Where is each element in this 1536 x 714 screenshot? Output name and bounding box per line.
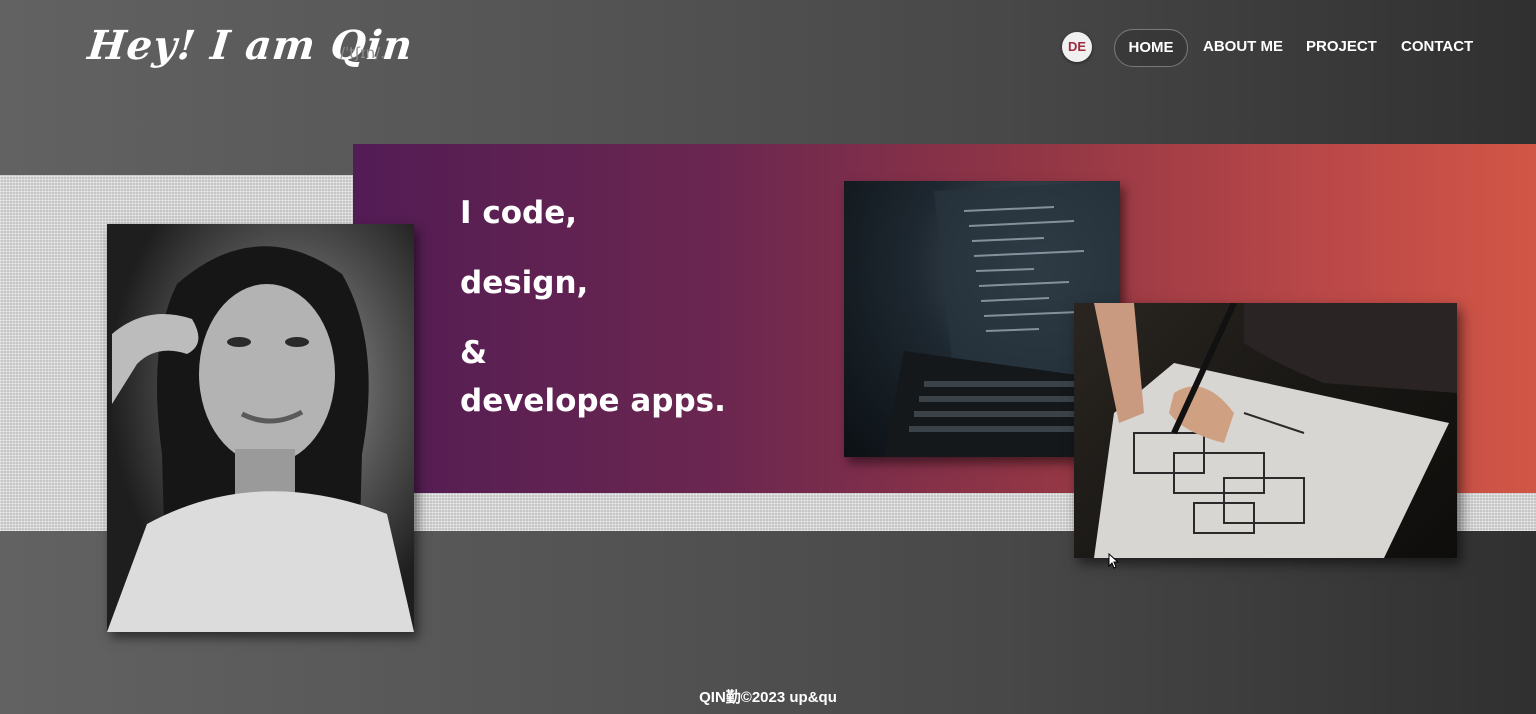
portrait-photo <box>107 224 414 632</box>
wireframe-sketch-photo <box>1074 303 1457 558</box>
tagline-line-3: & <box>460 335 488 371</box>
mouse-cursor-icon <box>1108 553 1120 569</box>
tagline-line-2: design, <box>460 265 589 301</box>
language-toggle-button[interactable]: DE <box>1062 32 1092 62</box>
footer-copyright: QIN勤©2023 up&qu <box>699 689 837 706</box>
name-pronunciation: /ˈtʃɪn/. <box>340 44 385 62</box>
nav-home-link[interactable]: HOME <box>1114 29 1188 67</box>
site-header: Hey! I am Qin /ˈtʃɪn/. DE HOME ABOUT ME … <box>0 0 1536 100</box>
tagline-line-1: I code, <box>460 195 577 231</box>
nav-about-link[interactable]: ABOUT ME <box>1203 38 1283 55</box>
tagline-line-4: develope apps. <box>460 383 726 419</box>
nav-project-link[interactable]: PROJECT <box>1306 38 1377 55</box>
nav-contact-link[interactable]: CONTACT <box>1401 38 1473 55</box>
